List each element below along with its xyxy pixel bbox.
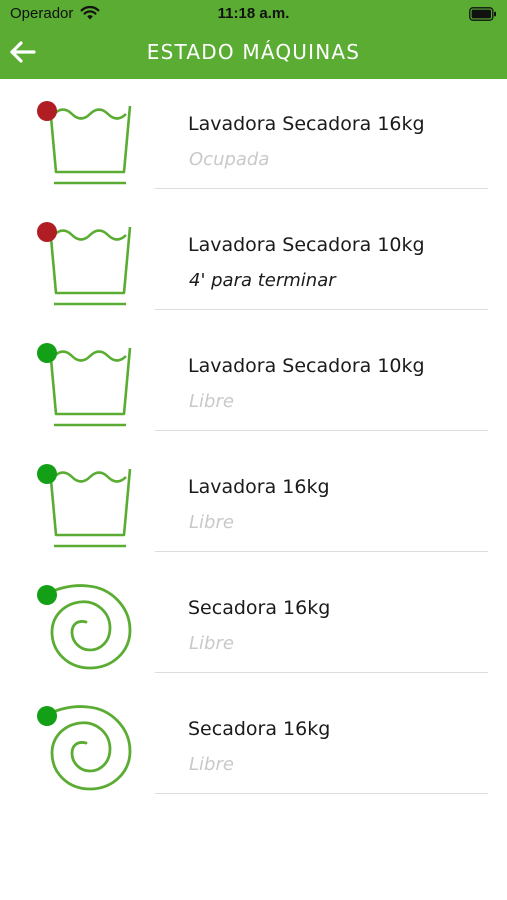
machine-name: Secadora 16kg xyxy=(188,718,331,740)
dryer-icon xyxy=(30,699,140,791)
machine-name: Secadora 16kg xyxy=(188,597,331,619)
free-indicator-dot xyxy=(37,464,57,484)
free-indicator-dot xyxy=(37,585,57,605)
row-divider xyxy=(155,793,488,794)
machine-status: Ocupada xyxy=(189,149,270,170)
washer-icon xyxy=(30,336,140,428)
machine-status: Libre xyxy=(189,391,234,412)
row-divider xyxy=(155,309,488,310)
top-bar: Operador 11:18 a.m. ESTADO MÁQUINAS xyxy=(0,0,507,79)
busy-indicator-dot xyxy=(37,222,57,242)
machine-name: Lavadora Secadora 16kg xyxy=(188,113,425,135)
washer-icon-graphic xyxy=(37,101,132,185)
free-indicator-dot xyxy=(37,706,57,726)
dryer-icon-graphic xyxy=(37,584,132,670)
row-divider xyxy=(155,430,488,431)
machine-name: Lavadora Secadora 10kg xyxy=(188,234,425,256)
machine-name: Lavadora Secadora 10kg xyxy=(188,355,425,377)
dryer-icon xyxy=(30,578,140,670)
status-bar: Operador 11:18 a.m. xyxy=(0,0,507,28)
machine-list: Lavadora Secadora 16kg Ocupada Lavadora Se… xyxy=(0,79,507,805)
washer-icon xyxy=(30,94,140,186)
machine-status: 4' para terminar xyxy=(189,270,336,291)
machine-row[interactable]: Secadora 16kg Libre xyxy=(0,563,507,684)
row-divider xyxy=(155,188,488,189)
busy-indicator-dot xyxy=(37,101,57,121)
free-indicator-dot xyxy=(37,343,57,363)
clock: 11:18 a.m. xyxy=(217,5,290,22)
machine-status: Libre xyxy=(189,512,234,533)
machine-row[interactable]: Secadora 16kg Libre xyxy=(0,684,507,805)
washer-icon xyxy=(30,215,140,307)
dryer-icon-graphic xyxy=(37,705,132,791)
machine-row[interactable]: Lavadora Secadora 16kg Ocupada xyxy=(0,79,507,200)
machine-row[interactable]: Lavadora Secadora 10kg Libre xyxy=(0,321,507,442)
washer-icon-graphic xyxy=(37,464,132,548)
row-divider xyxy=(155,551,488,552)
row-divider xyxy=(155,672,488,673)
machine-status: Libre xyxy=(189,633,234,654)
nav-bar: ESTADO MÁQUINAS xyxy=(0,28,507,79)
washer-icon xyxy=(30,457,140,549)
machine-name: Lavadora 16kg xyxy=(188,476,330,498)
battery-icon xyxy=(469,6,497,21)
machine-status: Libre xyxy=(189,754,234,775)
machine-row[interactable]: Lavadora 16kg Libre xyxy=(0,442,507,563)
screen: Operador 11:18 a.m. ESTADO MÁQUINAS Lava… xyxy=(0,0,507,900)
page-title: ESTADO MÁQUINAS xyxy=(146,40,361,64)
washer-icon-graphic xyxy=(37,222,132,306)
washer-icon-graphic xyxy=(37,343,132,427)
machine-row[interactable]: Lavadora Secadora 10kg 4' para terminar xyxy=(0,200,507,321)
